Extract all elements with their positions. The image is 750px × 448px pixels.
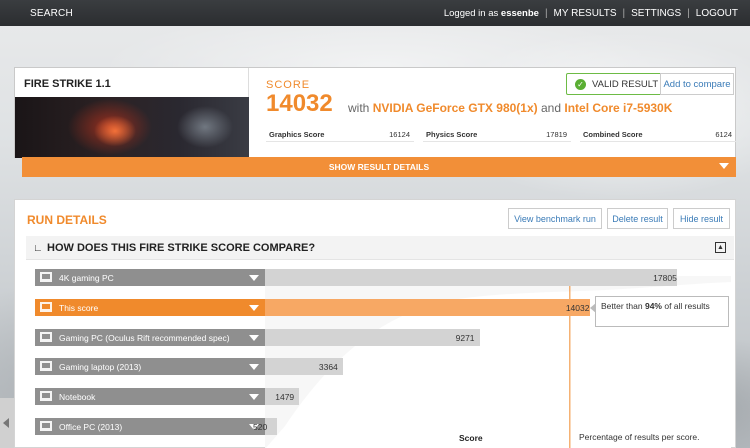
nav-separator: |: [544, 8, 548, 19]
cpu-name: Intel Core i7-5930K: [564, 101, 673, 115]
comparison-bar-name: Gaming PC (Oculus Rift recommended spec): [59, 332, 230, 343]
monitor-icon: [40, 421, 52, 431]
chevron-down-icon: [249, 394, 259, 401]
subscore-physics: Physics Score 17819: [423, 126, 571, 142]
show-result-details-label: SHOW RESULT DETAILS: [328, 162, 430, 172]
hide-result-button[interactable]: Hide result: [673, 208, 730, 229]
with-text: with: [348, 101, 370, 115]
chart-icon: ∟: [33, 243, 43, 254]
comparison-bar-name: This score: [59, 302, 99, 313]
comparison-bar-name: Office PC (2013): [59, 422, 123, 432]
monitor-icon: [40, 272, 52, 282]
x-axis-label: Score: [459, 433, 483, 443]
result-card: FIRE STRIKE 1.1 SCORE 14032 with NVIDIA …: [14, 67, 736, 158]
score-value: 14032: [266, 90, 333, 117]
comparison-bar-label[interactable]: This score: [35, 298, 265, 316]
nav-right: Logged in as essenbe | MY RESULTS | SETT…: [444, 8, 738, 19]
valid-result-label: VALID RESULT: [592, 78, 659, 90]
collapse-icon[interactable]: ▲: [715, 242, 726, 253]
subscore-value: 17819: [546, 130, 567, 139]
comparison-bar: [265, 298, 590, 316]
benchmark-thumbnail: FIRE STRIKE 1.1: [15, 68, 249, 158]
comparison-bar-value: 14032: [565, 302, 590, 313]
subscore-value: 16124: [389, 130, 410, 139]
comparison-bar-label[interactable]: Notebook: [35, 388, 265, 406]
comparison-bar-value: 520: [253, 422, 268, 432]
comparison-bar: [265, 328, 480, 346]
benchmark-title: FIRE STRIKE 1.1: [24, 78, 111, 90]
comparison-bar-label[interactable]: Office PC (2013): [35, 418, 265, 435]
view-benchmark-run-button[interactable]: View benchmark run: [508, 208, 602, 229]
side-tab[interactable]: [0, 398, 14, 448]
comparison-bar-label[interactable]: Gaming PC (Oculus Rift recommended spec): [35, 328, 265, 346]
subscores: Graphics Score 16124 Physics Score 17819…: [266, 126, 736, 142]
compare-section-title: HOW DOES THIS FIRE STRIKE SCORE COMPARE?: [47, 242, 316, 254]
comparison-bar-name: Notebook: [59, 392, 96, 403]
monitor-icon: [40, 331, 52, 342]
percentile-tooltip: Better than 94% of all results: [590, 296, 729, 327]
comparison-bar-value: 17805: [653, 273, 677, 283]
chevron-down-icon: [249, 304, 259, 311]
monitor-icon: [40, 361, 52, 372]
run-details-title: RUN DETAILS: [27, 213, 107, 227]
check-icon: ✓: [575, 78, 586, 90]
comparison-bar: [265, 269, 678, 286]
nav-my-results-link[interactable]: MY RESULTS: [554, 8, 617, 19]
chevron-down-icon: [249, 334, 259, 341]
logged-in-text: Logged in as essenbe: [444, 8, 539, 19]
top-nav: SEARCH Logged in as essenbe | MY RESULTS…: [0, 0, 750, 26]
tooltip-suffix: of all results: [664, 301, 710, 311]
comparison-bar-value: 9271: [455, 332, 475, 343]
tooltip-prefix: Better than: [601, 301, 643, 311]
score-hardware: with NVIDIA GeForce GTX 980(1x) and Inte…: [348, 101, 672, 115]
subscore-graphics: Graphics Score 16124: [266, 126, 414, 142]
nav-separator: |: [622, 8, 626, 19]
chevron-down-icon: [719, 163, 729, 169]
and-text: and: [540, 101, 562, 115]
subscore-value: 6124: [715, 130, 732, 139]
monitor-icon: [40, 391, 52, 402]
add-to-compare-button[interactable]: Add to compare: [660, 73, 734, 95]
subscore-combined: Combined Score 6124: [580, 126, 736, 142]
nav-separator: |: [687, 8, 690, 19]
subscore-label: Physics Score: [426, 130, 478, 139]
y-axis-label: Percentage of results per score.: [579, 432, 700, 442]
show-result-details-button[interactable]: SHOW RESULT DETAILS: [22, 157, 736, 177]
comparison-bar-value: 3364: [318, 362, 338, 373]
benchmark-image: [15, 97, 249, 158]
comparison-bar-name: Gaming laptop (2013): [59, 362, 142, 373]
comparison-bar-label[interactable]: Gaming laptop (2013): [35, 358, 265, 376]
comparison-bar-name: 4K gaming PC: [59, 273, 114, 283]
score-area: SCORE 14032 with NVIDIA GeForce GTX 980(…: [266, 68, 736, 158]
nav-settings-link[interactable]: SETTINGS: [631, 8, 681, 19]
delete-result-button[interactable]: Delete result: [607, 208, 668, 229]
comparison-bar-value: 1479: [275, 392, 295, 403]
tooltip-percent: 94%: [644, 301, 662, 311]
subscore-label: Combined Score: [583, 130, 643, 139]
compare-section-header: ∟ HOW DOES THIS FIRE STRIKE SCORE COMPAR…: [26, 236, 734, 260]
subscore-label: Graphics Score: [269, 130, 325, 139]
logged-in-prefix: Logged in as: [443, 8, 499, 19]
chevron-down-icon: [249, 275, 259, 281]
valid-result-badge[interactable]: ✓ VALID RESULT: [566, 73, 668, 95]
nav-search-link[interactable]: SEARCH: [30, 8, 73, 19]
trophy-icon: [40, 301, 52, 312]
comparison-bar-label[interactable]: 4K gaming PC: [35, 269, 265, 286]
chevron-down-icon: [249, 364, 259, 371]
nav-logout-link[interactable]: LOGOUT: [696, 8, 738, 19]
gpu-name: NVIDIA GeForce GTX 980(1x): [372, 101, 538, 115]
username: essenbe: [500, 8, 539, 19]
